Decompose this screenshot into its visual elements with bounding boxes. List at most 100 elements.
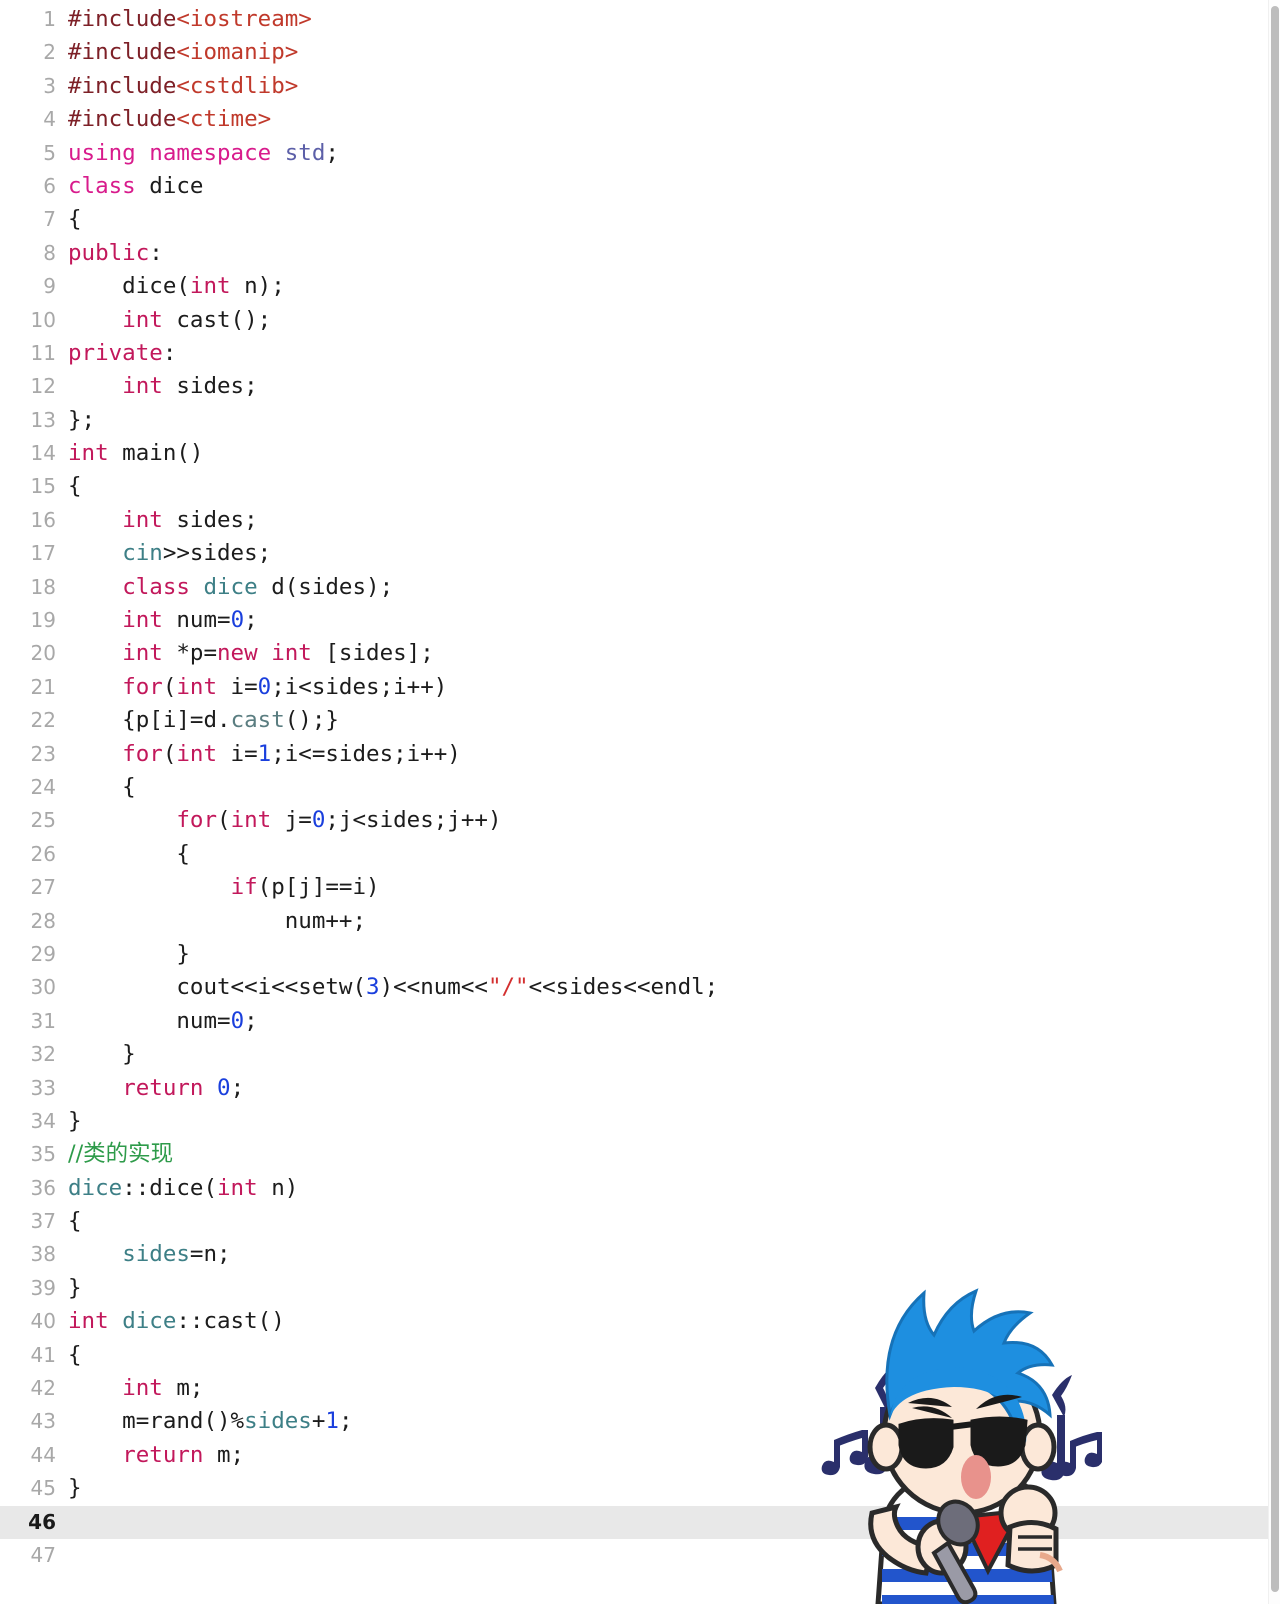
code-line[interactable]: 38 sides=n; <box>0 1238 1268 1271</box>
code-line[interactable]: 11 private: <box>0 337 1268 370</box>
vertical-scrollbar-track[interactable] <box>1268 0 1280 1604</box>
code-line[interactable]: 15 { <box>0 470 1268 503</box>
code-line[interactable]: 42 int m; <box>0 1372 1268 1405</box>
code-line-text[interactable]: int sides; <box>56 370 1268 403</box>
code-line[interactable]: 21 for(int i=0;i<sides;i++) <box>0 671 1268 704</box>
code-line[interactable]: 20 int *p=new int [sides]; <box>0 637 1268 670</box>
code-line[interactable]: 44 return m; <box>0 1439 1268 1472</box>
code-line-text[interactable]: #include<cstdlib> <box>56 70 1268 103</box>
code-line-text[interactable]: class dice d(sides); <box>56 571 1268 604</box>
code-line[interactable]: 34} <box>0 1105 1268 1138</box>
code-line-text[interactable]: {p[i]=d.cast();} <box>56 704 1268 737</box>
code-line-text[interactable]: { <box>56 203 1268 236</box>
code-line-text[interactable]: #include<ctime> <box>56 103 1268 136</box>
code-line-text[interactable]: //类的实现 <box>56 1138 1268 1171</box>
code-line-text[interactable]: { <box>56 1339 1268 1372</box>
code-line[interactable]: 41 { <box>0 1339 1268 1372</box>
code-line[interactable]: 43 m=rand()%sides+1; <box>0 1405 1268 1438</box>
code-line[interactable]: 35 //类的实现 <box>0 1138 1268 1171</box>
code-line-text[interactable]: } <box>56 1038 1268 1071</box>
code-line[interactable]: 5 using namespace std; <box>0 137 1268 170</box>
code-line[interactable]: 31 num=0; <box>0 1005 1268 1038</box>
code-line[interactable]: 14 int main() <box>0 437 1268 470</box>
code-line-text[interactable]: for(int j=0;j<sides;j++) <box>56 804 1268 837</box>
vertical-scrollbar-thumb[interactable] <box>1271 6 1279 1592</box>
code-line[interactable]: 1 #include<iostream> <box>0 3 1268 36</box>
code-line[interactable]: 22 {p[i]=d.cast();} <box>0 704 1268 737</box>
code-line-text[interactable]: m=rand()%sides+1; <box>56 1405 1268 1438</box>
code-line[interactable]: 24 { <box>0 771 1268 804</box>
code-line-text[interactable]: } <box>56 1105 1268 1138</box>
code-line-text[interactable]: } <box>56 1272 1268 1305</box>
code-line-text[interactable]: } <box>56 938 1268 971</box>
code-line-text[interactable]: } <box>56 1472 1268 1505</box>
code-line-text[interactable]: int main() <box>56 437 1268 470</box>
code-line[interactable]: 32 } <box>0 1038 1268 1071</box>
code-line-text[interactable]: return m; <box>56 1439 1268 1472</box>
code-line[interactable]: 9 dice(int n); <box>0 270 1268 303</box>
code-line-text[interactable]: { <box>56 838 1268 871</box>
code-line[interactable]: 46 <box>0 1505 1268 1539</box>
code-line[interactable]: 45} <box>0 1472 1268 1505</box>
code-line-text[interactable]: private: <box>56 337 1268 370</box>
code-line[interactable]: 16 int sides; <box>0 504 1268 537</box>
code-line[interactable]: 36 dice::dice(int n) <box>0 1172 1268 1205</box>
code-line[interactable]: 13}; <box>0 404 1268 437</box>
code-line-text[interactable]: public: <box>56 237 1268 270</box>
code-line-text[interactable]: { <box>56 1205 1268 1238</box>
code-line-text[interactable]: return 0; <box>56 1072 1268 1105</box>
code-line[interactable]: 30 cout<<i<<setw(3)<<num<<"/"<<sides<<en… <box>0 971 1268 1004</box>
code-line[interactable]: 10 int cast(); <box>0 304 1268 337</box>
code-line-text[interactable]: for(int i=0;i<sides;i++) <box>56 671 1268 704</box>
code-line[interactable]: 8 public: <box>0 237 1268 270</box>
code-editor[interactable]: 1 #include<iostream> 2 #include<iomanip> 3 #i… <box>0 0 1280 1604</box>
code-line-text[interactable]: num=0; <box>56 1005 1268 1038</box>
code-line[interactable]: 7{ <box>0 203 1268 236</box>
code-line-text[interactable]: for(int i=1;i<=sides;i++) <box>56 738 1268 771</box>
code-line[interactable]: 12 int sides; <box>0 370 1268 403</box>
code-line-text[interactable]: { <box>56 470 1268 503</box>
code-line-text[interactable]: #include<iomanip> <box>56 36 1268 69</box>
code-line-text[interactable]: int m; <box>56 1372 1268 1405</box>
code-line-text[interactable]: int *p=new int [sides]; <box>56 637 1268 670</box>
code-line[interactable]: 2 #include<iomanip> <box>0 36 1268 69</box>
code-line-text[interactable]: int num=0; <box>56 604 1268 637</box>
code-line[interactable]: 37 { <box>0 1205 1268 1238</box>
code-line-text[interactable]: dice(int n); <box>56 270 1268 303</box>
code-line[interactable]: 6 class dice <box>0 170 1268 203</box>
code-line[interactable]: 33 return 0; <box>0 1072 1268 1105</box>
code-line-text[interactable]: sides=n; <box>56 1238 1268 1271</box>
code-line[interactable]: 27 if(p[j]==i) <box>0 871 1268 904</box>
code-line[interactable]: 39} <box>0 1272 1268 1305</box>
code-line[interactable]: 4 #include<ctime> <box>0 103 1268 136</box>
code-line-text[interactable]: int sides; <box>56 504 1268 537</box>
code-line[interactable]: 47 <box>0 1539 1268 1572</box>
code-line[interactable]: 26 { <box>0 838 1268 871</box>
code-line-text[interactable]: #include<iostream> <box>56 3 1268 36</box>
code-line-text[interactable]: if(p[j]==i) <box>56 871 1268 904</box>
code-line[interactable]: 3 #include<cstdlib> <box>0 70 1268 103</box>
code-surface[interactable]: 1 #include<iostream> 2 #include<iomanip> 3 #i… <box>0 0 1268 1604</box>
code-line-text[interactable]: num++; <box>56 905 1268 938</box>
code-line[interactable]: 25 for(int j=0;j<sides;j++) <box>0 804 1268 837</box>
code-line[interactable]: 17 cin>>sides; <box>0 537 1268 570</box>
code-line-text[interactable]: using namespace std; <box>56 137 1268 170</box>
code-line-text[interactable]: cout<<i<<setw(3)<<num<<"/"<<sides<<endl; <box>56 971 1268 1004</box>
code-line[interactable]: 40 int dice::cast() <box>0 1305 1268 1338</box>
line-number: 1 <box>43 7 56 31</box>
code-line[interactable]: 18 class dice d(sides); <box>0 571 1268 604</box>
code-line[interactable]: 23 for(int i=1;i<=sides;i++) <box>0 738 1268 771</box>
code-line-text[interactable]: int cast(); <box>56 304 1268 337</box>
code-line-text[interactable]: dice::dice(int n) <box>56 1172 1268 1205</box>
code-line-text[interactable]: int dice::cast() <box>56 1305 1268 1338</box>
code-line-text[interactable]: class dice <box>56 170 1268 203</box>
code-line-text[interactable]: { <box>56 771 1268 804</box>
code-line[interactable]: 29 } <box>0 938 1268 971</box>
code-line-text[interactable]: }; <box>56 404 1268 437</box>
code-line[interactable]: 19 int num=0; <box>0 604 1268 637</box>
code-line-text[interactable]: cin>>sides; <box>56 537 1268 570</box>
line-number: 41 <box>30 1342 56 1367</box>
code-token: dice <box>135 172 204 199</box>
code-line[interactable]: 28 num++; <box>0 905 1268 938</box>
